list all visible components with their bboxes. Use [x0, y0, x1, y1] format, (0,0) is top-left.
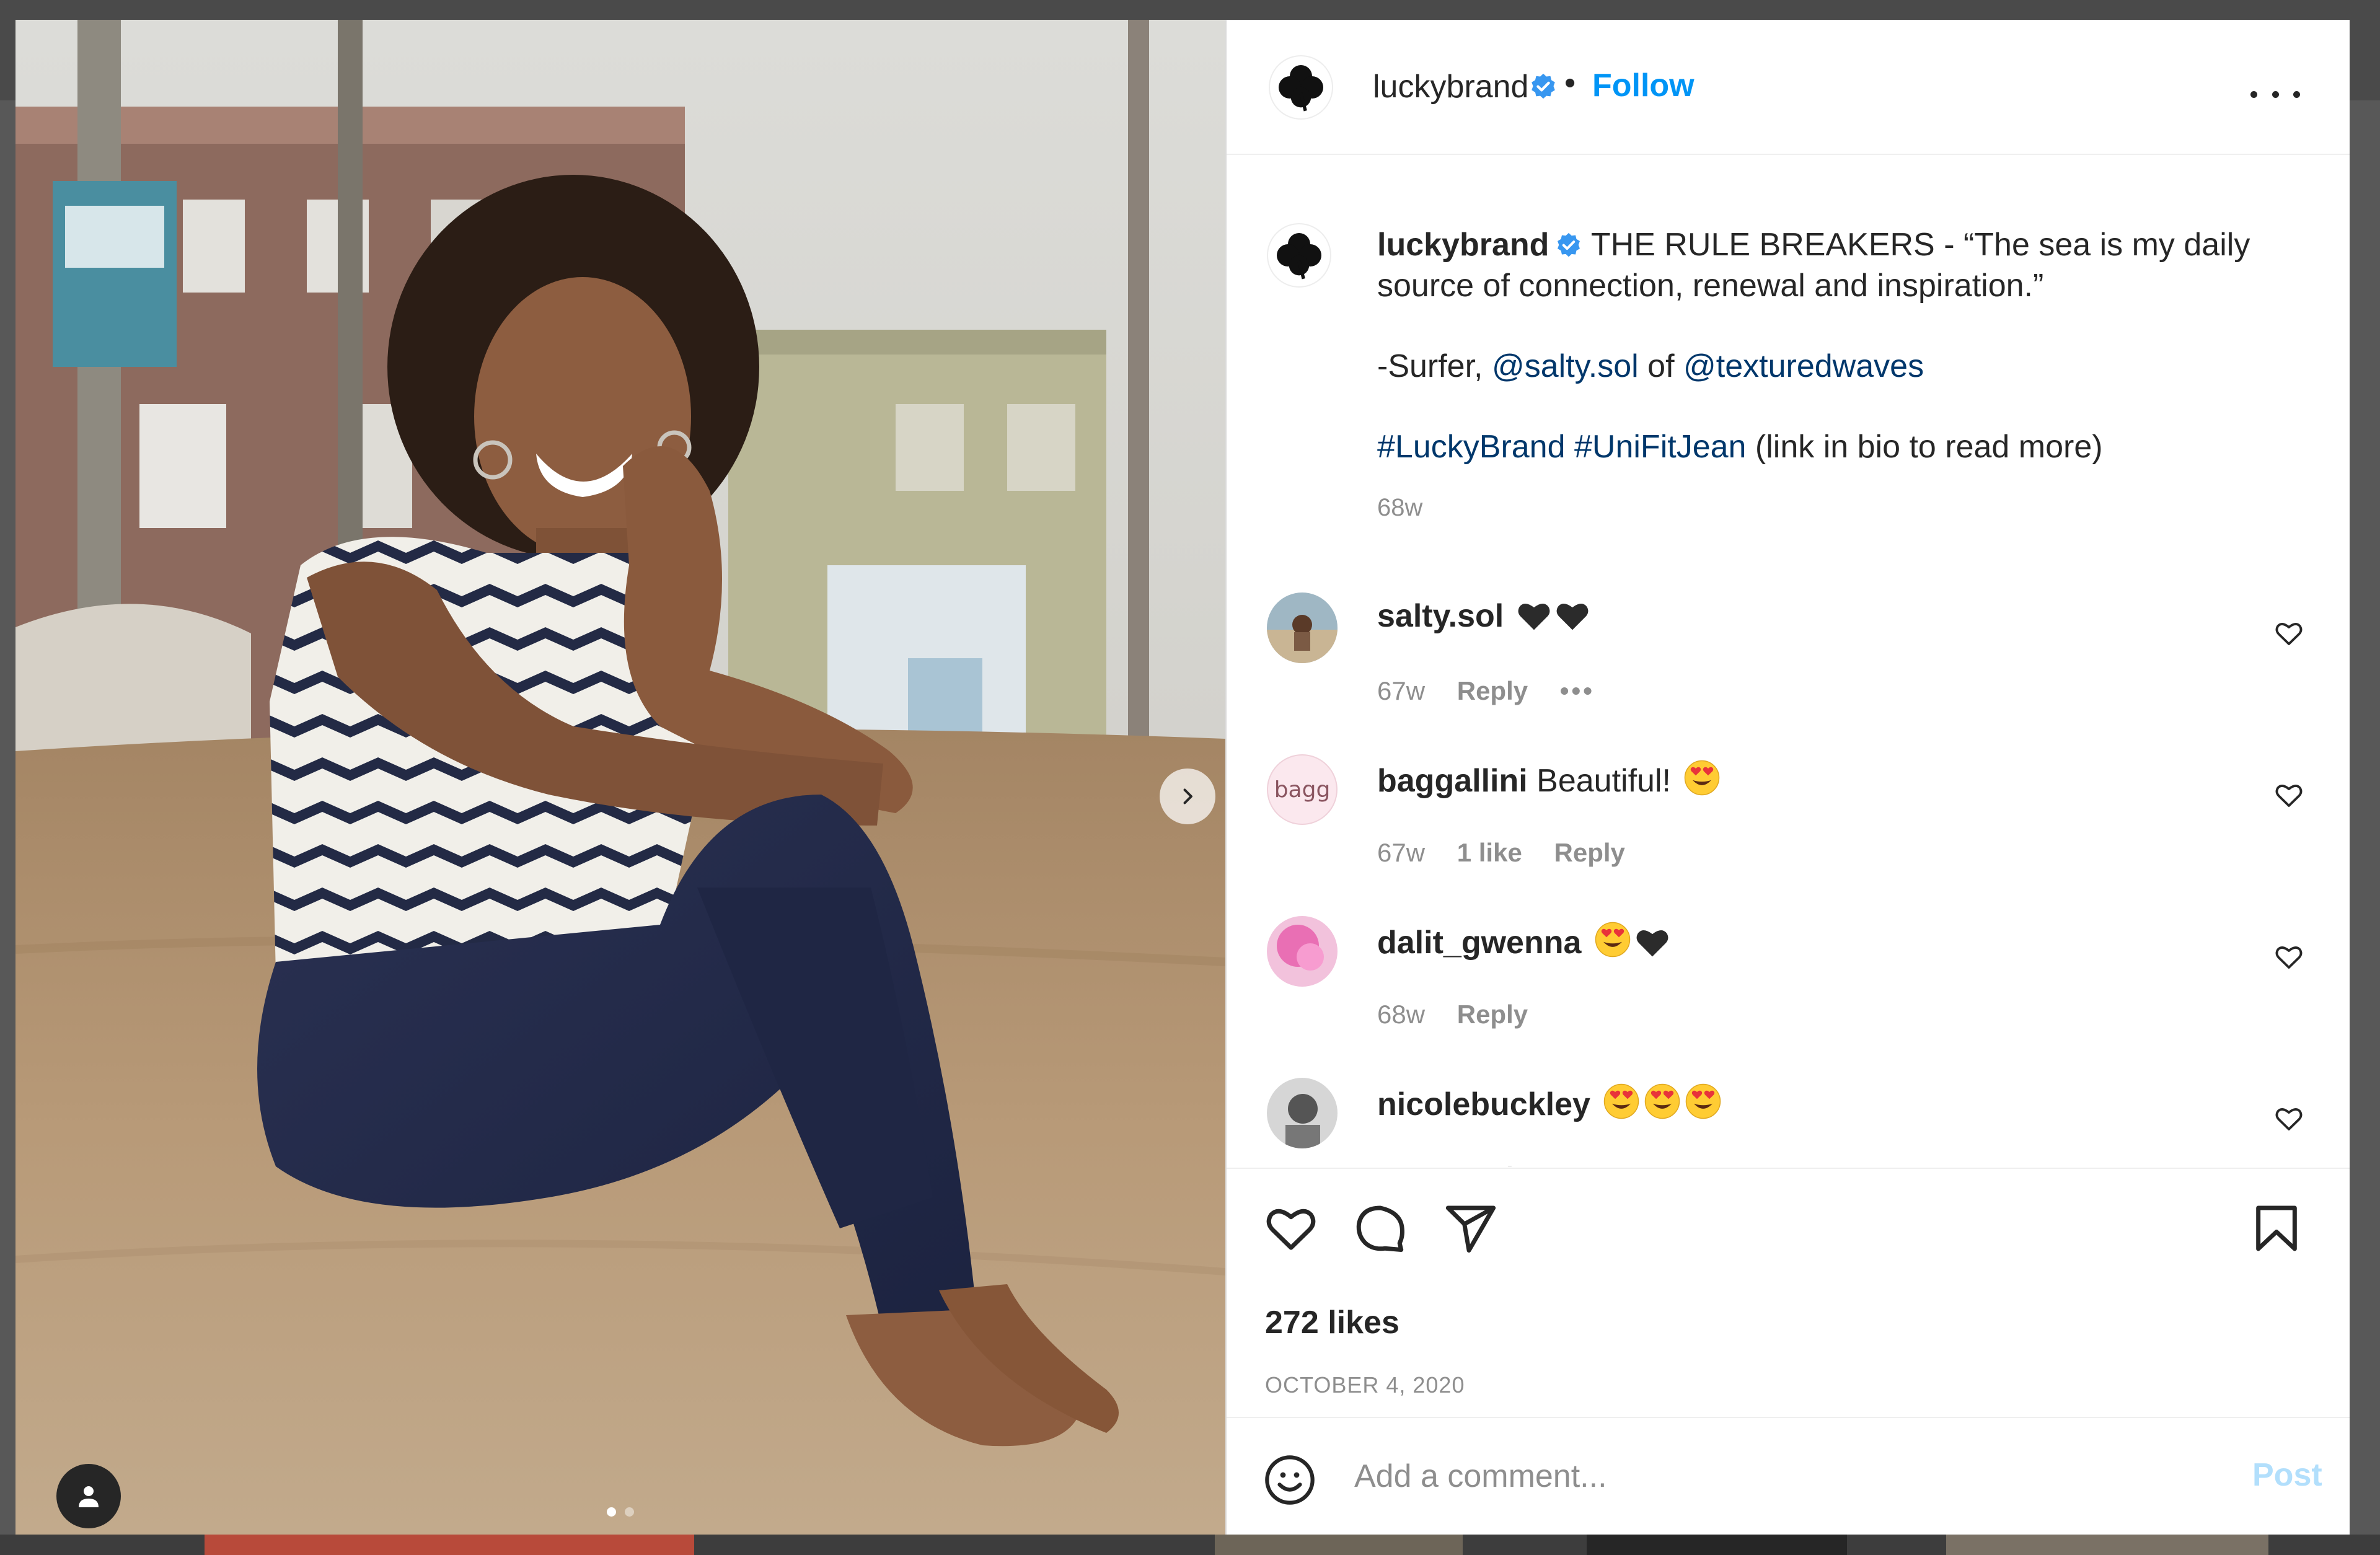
- heart-icon[interactable]: [1264, 1201, 1318, 1256]
- comment-time: 67w: [1377, 838, 1426, 867]
- carousel-indicator: [15, 1507, 1225, 1517]
- carousel-dot-active: [607, 1507, 616, 1517]
- post-header: luckybrand • Follow: [1227, 20, 2350, 155]
- caption-line-2: -Surfer, @salty.sol of @texturedwaves: [1377, 346, 2319, 387]
- hashtag-link-luckybrand[interactable]: #LuckyBrand: [1377, 429, 1566, 465]
- comment-username[interactable]: baggallini: [1377, 763, 1528, 799]
- heart-eyes-emoji-icon: [1645, 1083, 1680, 1119]
- comment-item: bagg baggallini Beautiful! 67w 1 like Re…: [1227, 754, 2350, 903]
- bookmark-icon[interactable]: [2249, 1201, 2304, 1256]
- comment-input[interactable]: [1354, 1448, 2210, 1505]
- caption-author-avatar[interactable]: [1267, 223, 1331, 288]
- comment-username[interactable]: dalit_gwenna: [1377, 925, 1581, 961]
- commenter-avatar[interactable]: [1267, 592, 1338, 663]
- verified-badge-icon: [1532, 73, 1555, 99]
- comment-like-heart-icon[interactable]: [2274, 780, 2304, 810]
- page-backdrop-bottom: [0, 1535, 2380, 1555]
- heart-eyes-emoji-icon: [1595, 922, 1631, 958]
- mention-link-texturedwaves[interactable]: @texturedwaves: [1683, 348, 1924, 384]
- reply-button[interactable]: Reply: [1554, 838, 1625, 867]
- caption-line-1: luckybrand THE RULE BREAKERS - “The sea …: [1377, 224, 2319, 306]
- caption-line-3: #LuckyBrand #UniFitJean (link in bio to …: [1377, 426, 2319, 467]
- avatar-photo: [1267, 1078, 1338, 1148]
- comment-meta: 68w Reply: [1377, 1000, 1553, 1029]
- avatar-photo: [1267, 592, 1338, 663]
- post-comment-button[interactable]: Post: [2252, 1456, 2322, 1494]
- add-comment-bar: Post: [1227, 1417, 2350, 1535]
- comment-username[interactable]: salty.sol: [1377, 598, 1504, 634]
- comment-more-button[interactable]: •••: [1560, 676, 1595, 705]
- mention-link-salty-sol[interactable]: @salty.sol: [1492, 348, 1639, 384]
- post-photo-illustration: [15, 20, 1225, 1535]
- heart-emoji-black-icon: [1556, 604, 1589, 630]
- heart-emoji-black-icon: [1518, 604, 1550, 630]
- heart-eyes-emoji-icon: [1604, 1083, 1639, 1119]
- comment-meta: 68w Reply: [1377, 1161, 1553, 1166]
- comment-text: baggallini Beautiful!: [1377, 759, 1721, 800]
- post-detail-panel: luckybrand • Follow luckybrand THE RULE …: [1225, 20, 2350, 1535]
- comment-item: nicolebuckley: [1227, 1078, 2350, 1166]
- comment-icon[interactable]: [1353, 1201, 1408, 1256]
- author-avatar[interactable]: [1269, 55, 1333, 120]
- comment-time: 68w: [1377, 1161, 1425, 1166]
- post-date[interactable]: OCTOBER 4, 2020: [1265, 1372, 1465, 1398]
- post-image[interactable]: [15, 20, 1225, 1535]
- comment-time: 67w: [1377, 676, 1426, 705]
- caption-username[interactable]: luckybrand: [1377, 227, 1549, 263]
- heart-emoji-black-icon: [1636, 930, 1668, 957]
- comment-username[interactable]: nicolebuckley: [1377, 1086, 1590, 1122]
- comment-body: Beautiful!: [1536, 763, 1671, 799]
- more-options-icon[interactable]: [2250, 82, 2300, 107]
- heart-eyes-emoji-icon: [1686, 1083, 1721, 1119]
- user-tag-icon: [79, 1486, 99, 1507]
- more-dot: [2293, 90, 2300, 98]
- caption-bio-text: (link in bio to read more): [1746, 429, 2103, 465]
- share-icon[interactable]: [1443, 1201, 1498, 1256]
- caption-of-text: of: [1638, 348, 1683, 384]
- avatar-text: bagg: [1274, 777, 1331, 803]
- caption-timestamp: 68w: [1377, 494, 1423, 521]
- header-separator: •: [1564, 65, 1576, 101]
- tagged-users-button[interactable]: [56, 1464, 121, 1528]
- reply-button[interactable]: Reply: [1457, 1000, 1528, 1029]
- commenter-avatar[interactable]: [1267, 1078, 1338, 1148]
- comment-text: dalit_gwenna: [1377, 921, 1670, 961]
- hashtag-link-unifitjean[interactable]: #UniFitJean: [1574, 429, 1746, 465]
- clover-logo-icon: [1277, 233, 1321, 280]
- commenter-avatar[interactable]: [1267, 916, 1338, 987]
- more-dot: [2250, 90, 2257, 98]
- comment-item: salty.sol 67w Reply •••: [1227, 592, 2350, 741]
- verified-badge-icon: [1558, 232, 1580, 257]
- comment-like-heart-icon[interactable]: [2274, 942, 2304, 972]
- comment-time: 68w: [1377, 1000, 1426, 1029]
- clover-logo-icon: [1279, 65, 1323, 112]
- comment-like-heart-icon[interactable]: [2274, 1104, 2304, 1134]
- reply-button[interactable]: Reply: [1457, 676, 1528, 705]
- likes-count[interactable]: 272 likes: [1265, 1304, 1399, 1341]
- caption-credit-text: -Surfer,: [1377, 348, 1492, 384]
- avatar-photo: [1267, 916, 1338, 987]
- commenter-avatar[interactable]: bagg: [1267, 754, 1338, 825]
- comment-text: salty.sol: [1377, 597, 1590, 635]
- emoji-icon[interactable]: [1263, 1453, 1317, 1507]
- comment-meta: 67w Reply •••: [1377, 676, 1620, 706]
- post-caption: luckybrand THE RULE BREAKERS - “The sea …: [1377, 224, 2319, 523]
- post-actions: 272 likes OCTOBER 4, 2020: [1227, 1168, 2350, 1434]
- heart-eyes-emoji-icon: [1685, 760, 1720, 796]
- follow-button[interactable]: Follow: [1592, 67, 1695, 104]
- comment-likes-button[interactable]: 1 like: [1457, 838, 1522, 867]
- comment-meta: 67w 1 like Reply: [1377, 838, 1650, 868]
- comment-text: nicolebuckley: [1377, 1083, 1722, 1123]
- comment-item: dalit_gwenna 68w Reply: [1227, 916, 2350, 1065]
- comments-list[interactable]: luckybrand THE RULE BREAKERS - “The sea …: [1227, 156, 2350, 1166]
- carousel-dot: [625, 1507, 634, 1517]
- reply-button[interactable]: Reply: [1457, 1161, 1528, 1166]
- more-dot: [2272, 90, 2279, 98]
- author-username[interactable]: luckybrand: [1373, 68, 1528, 105]
- next-image-button[interactable]: [1160, 769, 1215, 824]
- chevron-right-icon: [1183, 788, 1192, 804]
- comment-like-heart-icon[interactable]: [2274, 619, 2304, 648]
